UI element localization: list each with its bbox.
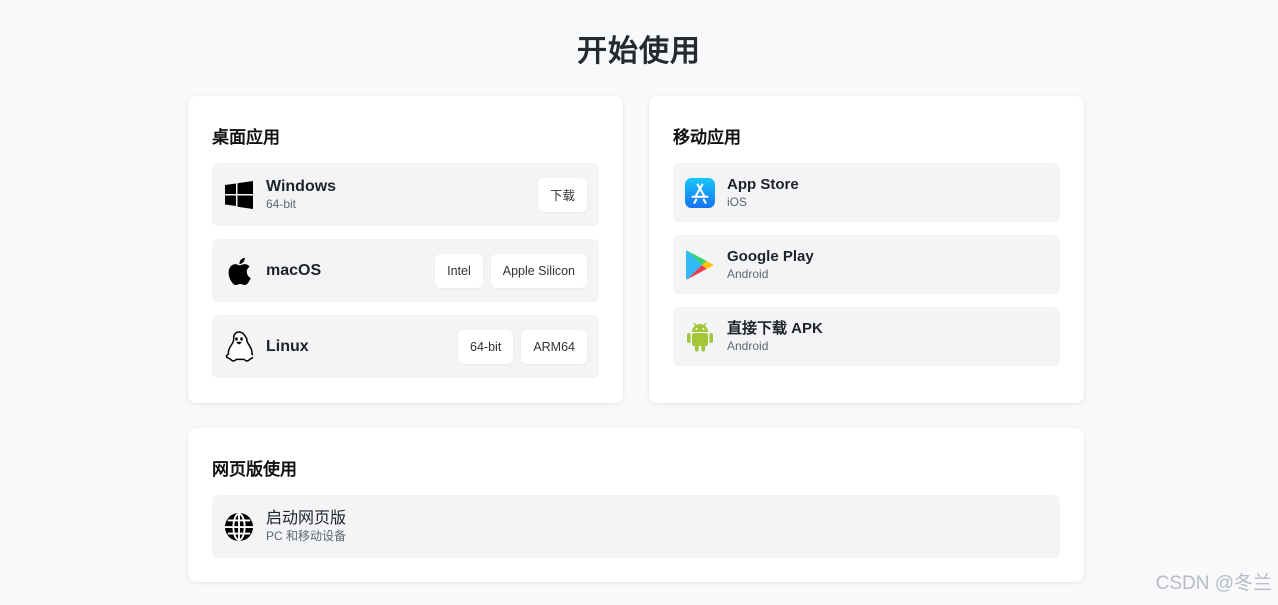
desktop-apps-title: 桌面应用 — [212, 128, 280, 147]
app-store-platform: iOS — [727, 195, 748, 209]
google-play-platform: Android — [727, 267, 769, 281]
page-title: 开始使用 — [577, 35, 701, 68]
linux-arm64-button[interactable]: ARM64 — [521, 329, 587, 364]
app-store-row[interactable]: App Store iOS — [673, 163, 1060, 222]
google-play-icon — [685, 250, 715, 280]
google-play-row[interactable]: Google Play Android — [673, 235, 1060, 294]
windows-download-button[interactable]: 下载 — [537, 177, 587, 212]
linux-64bit-button[interactable]: 64-bit — [458, 329, 514, 364]
macos-label: macOS — [266, 262, 322, 279]
google-play-label: Google Play — [727, 248, 814, 265]
web-version-title: 网页版使用 — [212, 460, 297, 479]
apk-platform: Android — [727, 339, 769, 353]
windows-icon — [224, 180, 254, 210]
web-version-card: 网页版使用 启动网页版 PC 和移动设备 — [188, 428, 1084, 582]
apk-download-label: 直接下载 APK — [727, 320, 823, 337]
launch-web-devices: PC 和移动设备 — [266, 529, 347, 543]
apk-download-row[interactable]: 直接下载 APK Android — [673, 307, 1060, 366]
mobile-apps-card: 移动应用 App Store iOS Google Play Android 直… — [649, 96, 1084, 403]
launch-web-label: 启动网页版 — [266, 510, 347, 527]
linux-icon — [224, 330, 254, 362]
launch-web-row[interactable]: 启动网页版 PC 和移动设备 — [212, 495, 1060, 558]
linux-row: Linux 64-bit ARM64 — [212, 315, 599, 378]
watermark: CSDN @冬兰 — [1155, 573, 1272, 594]
app-store-icon — [685, 177, 715, 208]
desktop-apps-card: 桌面应用 Windows 64-bit 下载 macOS Intel Apple… — [188, 96, 623, 403]
linux-label: Linux — [266, 338, 309, 355]
macos-row: macOS Intel Apple Silicon — [212, 239, 599, 302]
macos-apple-silicon-button[interactable]: Apple Silicon — [490, 253, 587, 288]
windows-row: Windows 64-bit 下载 — [212, 163, 599, 226]
macos-intel-button[interactable]: Intel — [435, 253, 483, 288]
apple-icon — [224, 256, 254, 286]
app-store-label: App Store — [727, 176, 799, 193]
android-icon — [685, 322, 715, 352]
mobile-apps-title: 移动应用 — [673, 128, 741, 147]
windows-label: Windows — [266, 178, 337, 195]
windows-arch-label: 64-bit — [266, 197, 297, 211]
globe-icon — [224, 512, 254, 542]
